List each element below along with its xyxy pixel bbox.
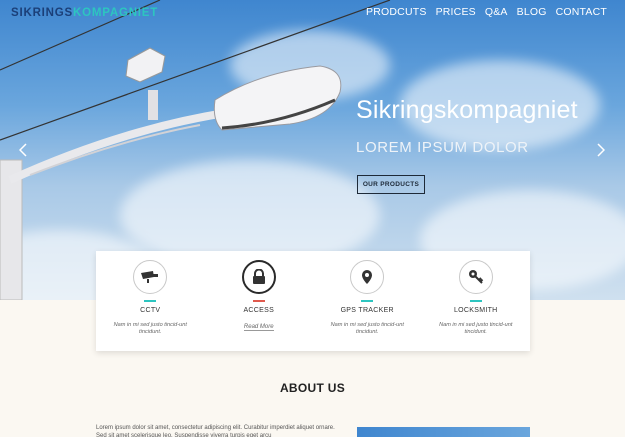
key-icon	[458, 260, 493, 294]
feature-divider	[252, 300, 265, 302]
about-image	[357, 427, 530, 437]
read-more-link[interactable]: Read More	[205, 324, 314, 331]
feature-title: LOCKSMITH	[453, 307, 498, 314]
features-card: CCTV Nam in mi sed justo tincid-unt tinc…	[96, 251, 530, 351]
our-products-button[interactable]: OUR PRODUCTS	[357, 175, 425, 194]
feature-divider	[361, 300, 374, 302]
map-pin-icon	[350, 260, 385, 294]
hero-subtitle: LOREM IPSUM DOLOR	[356, 139, 529, 156]
feature-access[interactable]: ACCESS Read More	[205, 251, 314, 351]
read-more-label[interactable]: Read More	[243, 324, 274, 331]
logo-part-1: SIKRINGS	[11, 7, 73, 19]
feature-cctv[interactable]: CCTV Nam in mi sed justo tincid-unt tinc…	[96, 251, 205, 351]
nav-item-products[interactable]: PRODCUTS	[366, 6, 427, 18]
camera-icon	[133, 260, 168, 294]
nav-item-contact[interactable]: CONTACT	[556, 6, 607, 18]
feature-title: CCTV	[140, 307, 161, 314]
nav-item-qa[interactable]: Q&A	[485, 6, 508, 18]
chevron-right-icon[interactable]	[597, 143, 606, 160]
feature-locksmith[interactable]: LOCKSMITH Nam in mi sed justo tincid-unt…	[422, 251, 531, 351]
feature-text: Nam in mi sed justo tincid-unt tincidunt…	[330, 322, 404, 335]
feature-divider	[469, 300, 482, 302]
logo-part-2: KOMPAGNIET	[73, 7, 159, 19]
feature-text: Nam in mi sed justo tincid-unt tincidunt…	[113, 322, 187, 335]
feature-text: Nam in mi sed justo tincid-unt tincidunt…	[439, 322, 513, 335]
about-paragraph: Lorem ipsum dolor sit amet, consectetur …	[96, 425, 335, 437]
site-logo[interactable]: SIKRINGSKOMPAGNIET	[11, 7, 158, 19]
feature-gps-tracker[interactable]: GPS TRACKER Nam in mi sed justo tincid-u…	[313, 251, 422, 351]
feature-title: ACCESS	[243, 307, 275, 314]
chevron-left-icon[interactable]	[18, 143, 27, 160]
about-heading: ABOUT US	[279, 381, 346, 395]
nav-item-blog[interactable]: BLOG	[517, 6, 547, 18]
hero-title: Sikringskompagniet	[356, 96, 578, 124]
main-nav: PRODCUTS PRICES Q&A BLOG CONTACT	[366, 6, 607, 18]
lock-icon	[241, 260, 276, 294]
feature-title: GPS TRACKER	[340, 307, 394, 314]
nav-item-prices[interactable]: PRICES	[436, 6, 476, 18]
feature-divider	[144, 300, 157, 302]
top-navigation-bar: SIKRINGSKOMPAGNIET PRODCUTS PRICES Q&A B…	[0, 0, 625, 26]
